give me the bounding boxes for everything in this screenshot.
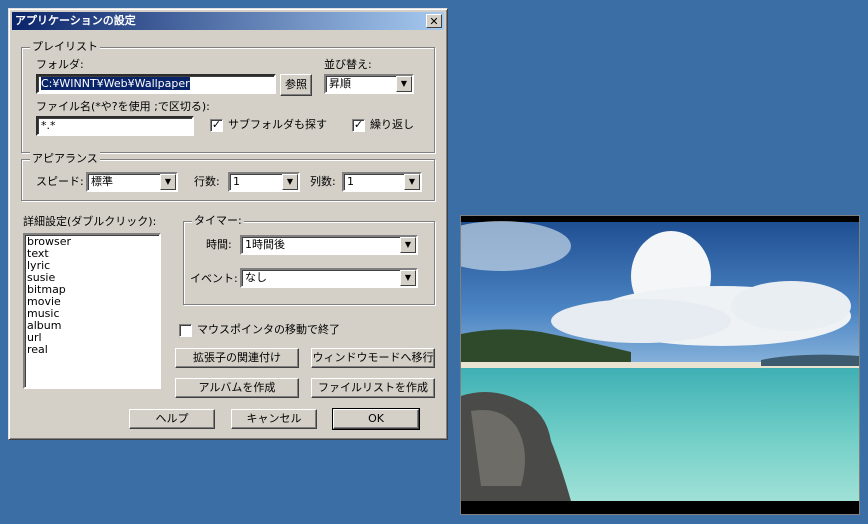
rows-label: 行数: [194, 175, 220, 188]
sort-label: 並び替え: [324, 58, 372, 71]
sort-select[interactable]: 昇順 ▼ [324, 74, 414, 94]
time-label: 時間: [206, 238, 232, 251]
details-label: 詳細設定(ダブルクリック): [23, 215, 157, 228]
rows-value: 1 [233, 175, 240, 188]
mouse-exit-check-icon [179, 323, 192, 337]
rows-select[interactable]: 1 ▼ [228, 172, 300, 192]
time-select[interactable]: 1時間後 ▼ [240, 235, 418, 255]
appearance-group-label: アピアランス [30, 152, 100, 166]
close-button[interactable]: ✕ [426, 14, 442, 28]
repeat-check-icon: ✓ [352, 117, 365, 132]
speed-value: 標準 [91, 175, 113, 188]
create-filelist-button[interactable]: ファイルリストを作成 [311, 378, 435, 398]
folder-label: フォルダ: [36, 58, 84, 71]
settings-dialog: アプリケーションの設定 ✕ プレイリスト フォルダ: C:¥WINNT¥Web¥… [8, 8, 448, 440]
cancel-button[interactable]: キャンセル [231, 409, 317, 429]
playlist-group-label: プレイリスト [30, 40, 100, 54]
subfolder-label: サブフォルダも探す [228, 118, 327, 131]
create-album-button[interactable]: アルバムを作成 [175, 378, 299, 398]
timer-group: タイマー: 時間: 1時間後 ▼ イベント: なし ▼ [183, 214, 435, 305]
mouse-exit-label: マウスポインタの移動で終了 [197, 323, 340, 336]
ok-button[interactable]: OK [332, 408, 420, 430]
time-value: 1時間後 [245, 238, 285, 251]
cols-label: 列数: [310, 175, 336, 188]
event-dropdown-icon[interactable]: ▼ [400, 270, 416, 286]
subfolder-check-icon: ✓ [210, 117, 223, 132]
speed-dropdown-icon[interactable]: ▼ [160, 174, 176, 190]
browse-button[interactable]: 参照 [280, 74, 312, 96]
help-button[interactable]: ヘルプ [129, 409, 215, 429]
details-list-item[interactable]: album [27, 320, 157, 332]
filename-input[interactable]: *.* [36, 116, 194, 136]
cols-value: 1 [347, 175, 354, 188]
subfolder-checkbox[interactable]: ✓ サブフォルダも探す [210, 118, 327, 132]
sort-dropdown-icon[interactable]: ▼ [396, 76, 412, 92]
event-label: イベント: [190, 272, 238, 285]
playlist-group: プレイリスト フォルダ: C:¥WINNT¥Web¥Wallpaper 参照 並… [21, 40, 435, 153]
sort-value: 昇順 [329, 77, 351, 90]
associate-extensions-button[interactable]: 拡張子の関連付け [175, 348, 299, 368]
dialog-title: アプリケーションの設定 [15, 14, 136, 27]
cols-dropdown-icon[interactable]: ▼ [404, 174, 420, 190]
speed-select[interactable]: 標準 ▼ [86, 172, 178, 192]
folder-value: C:¥WINNT¥Web¥Wallpaper [41, 77, 190, 90]
timer-group-label: タイマー: [192, 214, 244, 228]
time-dropdown-icon[interactable]: ▼ [400, 237, 416, 253]
event-select[interactable]: なし ▼ [240, 268, 418, 288]
details-listbox[interactable]: browser text lyric susie bitmap movie music alb… [23, 233, 161, 389]
mouse-exit-checkbox[interactable]: マウスポインタの移動で終了 [179, 323, 340, 337]
cols-select[interactable]: 1 ▼ [342, 172, 422, 192]
wallpaper-preview [460, 215, 860, 515]
appearance-group: アピアランス スピード: 標準 ▼ 行数: 1 ▼ 列数: 1 ▼ [21, 152, 435, 201]
folder-input[interactable]: C:¥WINNT¥Web¥Wallpaper [36, 74, 276, 94]
title-bar[interactable]: アプリケーションの設定 ✕ [12, 12, 444, 30]
repeat-checkbox[interactable]: ✓ 繰り返し [352, 118, 414, 132]
filename-label: ファイル名(*や?を使用 ;で区切る): [36, 100, 210, 113]
details-list-item[interactable]: real [27, 344, 157, 356]
rows-dropdown-icon[interactable]: ▼ [282, 174, 298, 190]
window-mode-button[interactable]: ウィンドウモードへ移行 [311, 348, 435, 368]
event-value: なし [245, 271, 267, 284]
repeat-label: 繰り返し [370, 118, 414, 131]
beach-image [461, 221, 859, 514]
speed-label: スピード: [36, 175, 84, 188]
